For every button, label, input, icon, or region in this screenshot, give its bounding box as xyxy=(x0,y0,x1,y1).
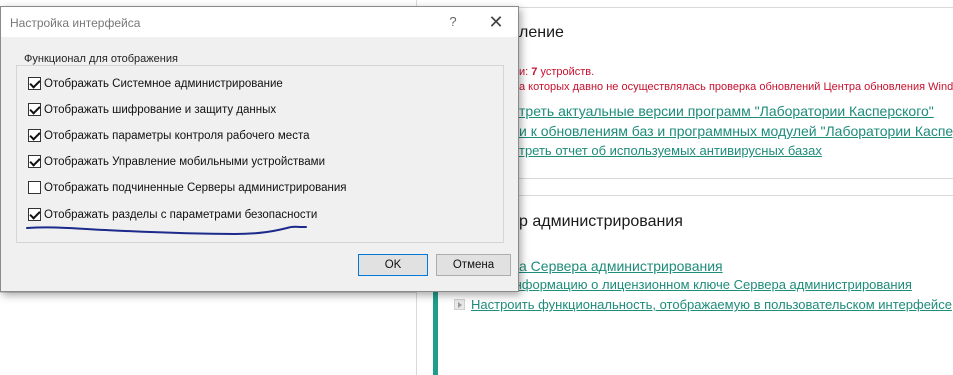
update-databases-link[interactable]: и к обновлениям баз и программных модуле… xyxy=(519,123,953,139)
checkbox[interactable] xyxy=(28,129,41,142)
cancel-button[interactable]: Отмена xyxy=(436,254,511,276)
option-encryption[interactable]: Отображать шифрование и защиту данных xyxy=(28,103,276,116)
dialog-title: Настройка интерфейса xyxy=(10,16,141,30)
checkbox[interactable] xyxy=(28,208,41,221)
option-workplace-control[interactable]: Отображать параметры контроля рабочего м… xyxy=(28,129,309,142)
interface-settings-dialog: Настройка интерфейса ? ✕ Функционал для … xyxy=(0,6,519,292)
option-label: Отображать параметры контроля рабочего м… xyxy=(44,129,310,142)
antivirus-bases-report-link[interactable]: треть отчет об используемых антивирусных… xyxy=(519,143,822,158)
handwritten-underline xyxy=(26,225,307,236)
updates-section-heading: ление xyxy=(519,24,564,41)
option-security-settings-sections[interactable]: Отображать разделы с параметрами безопас… xyxy=(28,208,317,221)
ok-button[interactable]: OK xyxy=(358,254,428,276)
option-label: Отображать Управление мобильными устройс… xyxy=(44,155,326,168)
checkbox[interactable] xyxy=(28,77,41,90)
help-icon: ? xyxy=(449,14,457,29)
checkbox[interactable] xyxy=(28,181,41,194)
close-button[interactable]: ✕ xyxy=(477,10,515,34)
license-key-info-link[interactable]: треть информацию о лицензионном ключе Се… xyxy=(471,277,912,292)
option-label: Отображать разделы с параметрами безопас… xyxy=(44,208,318,221)
help-button[interactable]: ? xyxy=(441,11,465,33)
display-options-group-title: Функционал для отображения xyxy=(21,53,181,65)
admin-server-section-heading: р администрирования xyxy=(519,213,683,230)
view-current-versions-link[interactable]: треть актуальные версии программ "Лабора… xyxy=(519,103,934,119)
option-secondary-servers[interactable]: Отображать подчиненные Серверы администр… xyxy=(28,181,347,194)
admin-server-properties-link[interactable]: а Сервера администрирования xyxy=(519,258,723,274)
close-icon: ✕ xyxy=(488,12,504,32)
checkbox[interactable] xyxy=(28,103,41,116)
checkbox[interactable] xyxy=(28,155,41,168)
option-system-administration[interactable]: Отображать Системное администрирование xyxy=(28,77,283,90)
left-panel-divider xyxy=(0,292,417,293)
arrow-right-icon xyxy=(454,299,465,310)
configure-ui-functionality-link[interactable]: Настроить функциональность, отображаемую… xyxy=(471,297,952,312)
update-check-warning: а которых давно не осуществлялась провер… xyxy=(519,81,953,93)
option-label: Отображать шифрование и защиту данных xyxy=(44,103,277,116)
option-label: Отображать Системное администрирование xyxy=(44,77,283,90)
devices-warning: и: 7 устройств. xyxy=(519,66,595,78)
dialog-titlebar[interactable]: Настройка интерфейса ? ✕ xyxy=(1,7,518,37)
option-label: Отображать подчиненные Серверы администр… xyxy=(44,181,347,194)
option-mobile-device-management[interactable]: Отображать Управление мобильными устройс… xyxy=(28,155,325,168)
